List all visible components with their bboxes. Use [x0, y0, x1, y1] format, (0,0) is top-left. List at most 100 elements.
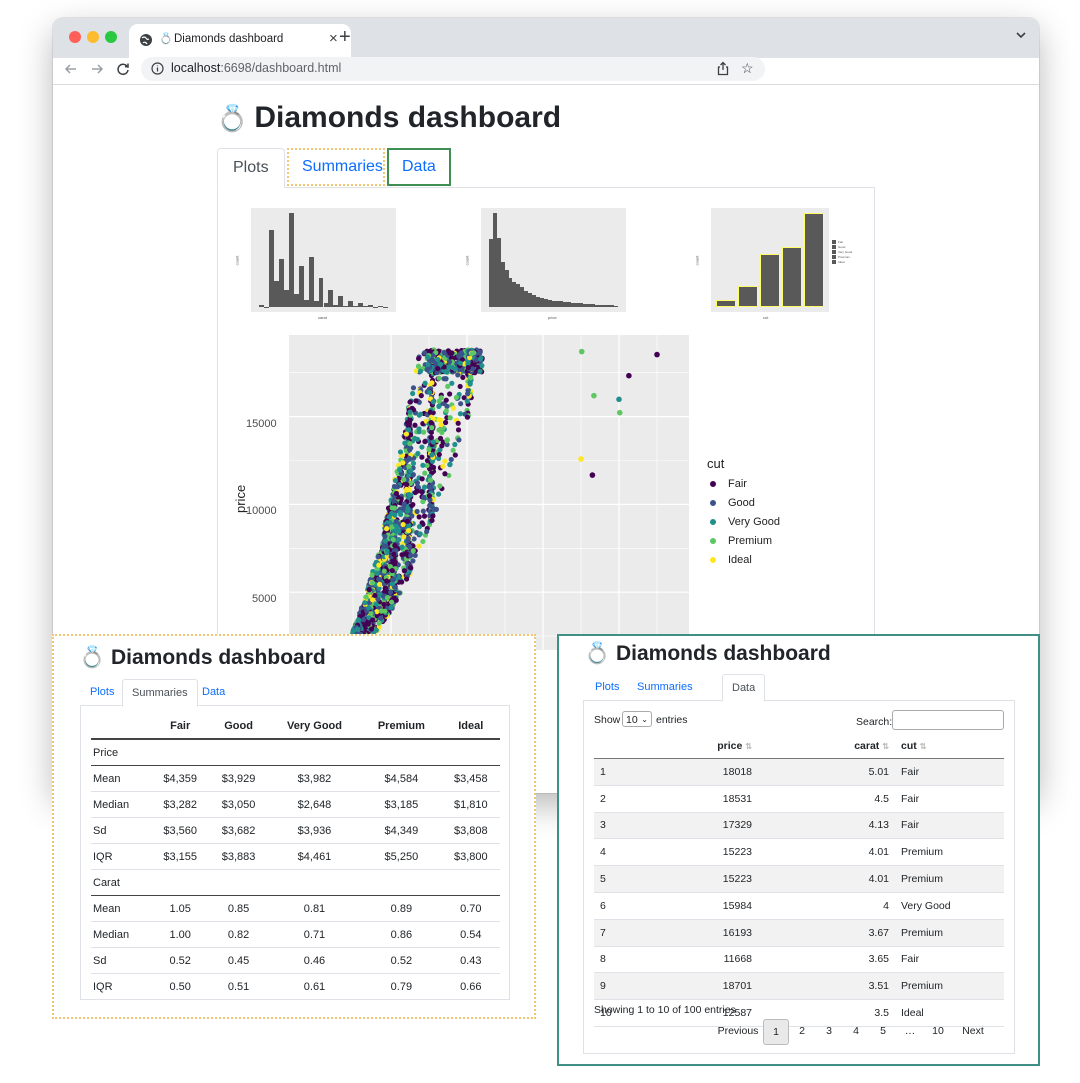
column-header[interactable]: price ⇅ [631, 734, 758, 759]
tab-plots[interactable]: Plots [586, 674, 628, 700]
scatter-point [444, 403, 450, 409]
table-cell: 18018 [631, 758, 758, 786]
column-header: Good [209, 714, 268, 740]
table-row: Mean 1.05 0.85 0.81 0.89 0.70 [91, 895, 500, 922]
table-cell: 4.01 [758, 865, 895, 893]
mini-legend-swatch [832, 250, 836, 255]
plot-background [289, 335, 689, 650]
scatter-point [355, 617, 362, 623]
page-button[interactable]: 4 [847, 1019, 865, 1043]
page-button[interactable]: 1 [763, 1019, 789, 1045]
scatter-point [408, 468, 414, 474]
scatter-point [430, 439, 436, 445]
tab-summaries[interactable]: Summaries [628, 674, 702, 700]
table-cell: $3,185 [361, 791, 442, 818]
sort-icon[interactable]: ⇅ [920, 742, 927, 751]
page-button[interactable]: 2 [793, 1019, 811, 1043]
forward-icon[interactable] [89, 61, 105, 77]
chevron-down-icon[interactable] [1015, 29, 1027, 41]
scatter-point [464, 398, 470, 404]
scatter-point [420, 538, 426, 545]
tab-data[interactable]: Data [387, 148, 451, 186]
carat-axis-label: carat [318, 315, 327, 320]
cut-axis-label: cut [763, 315, 769, 320]
reload-icon[interactable] [115, 61, 131, 77]
tab-data[interactable]: Data [193, 679, 234, 705]
scatter-point [376, 620, 382, 626]
minimize-window-button[interactable] [87, 31, 99, 43]
scatter-point [442, 458, 448, 464]
tab-plots[interactable]: Plots [81, 679, 123, 705]
scatter-point [407, 440, 413, 447]
table-row: 3 17329 4.13 Fair [594, 812, 1004, 840]
zoom-window-button[interactable] [105, 31, 117, 43]
scatter-point [429, 425, 435, 431]
table-cell: Very Good [895, 892, 1004, 920]
address-bar[interactable]: localhost:6698/dashboard.html ☆ [141, 57, 765, 81]
tab-plots[interactable]: Plots [217, 148, 285, 188]
new-tab-icon[interactable]: + [339, 26, 351, 49]
scatter-point [616, 409, 623, 416]
page-button[interactable]: 5 [874, 1019, 892, 1043]
table-cell: $3,282 [151, 791, 210, 818]
table-cell: $3,682 [209, 817, 268, 844]
table-cell: $3,883 [209, 843, 268, 870]
tab-summaries[interactable]: Summaries [287, 148, 385, 186]
close-window-button[interactable] [69, 31, 81, 43]
column-header[interactable]: carat ⇅ [758, 734, 895, 759]
summaries-card: 💍 Diamonds dashboard Plots Summaries Dat… [52, 634, 536, 1019]
next-page-button[interactable]: Next [958, 1019, 988, 1043]
info-icon[interactable] [151, 62, 164, 75]
table-cell: $3,560 [151, 817, 210, 844]
data-card: 💍 Diamonds dashboard Plots Summaries Dat… [557, 634, 1040, 1066]
mini-legend-swatch [832, 260, 836, 265]
scatter-point [460, 374, 466, 380]
table-cell: 3.51 [758, 972, 895, 1001]
scatter-point [354, 626, 361, 632]
scatter-point [654, 351, 660, 358]
mini-legend-label: Premium [838, 255, 851, 259]
page-button[interactable]: 10 [927, 1019, 949, 1043]
scatter-point [404, 561, 410, 567]
tab-summaries[interactable]: Summaries [122, 679, 198, 707]
scatter-point [426, 446, 432, 453]
scatter-point [369, 572, 375, 578]
scatter-point [399, 544, 405, 550]
scatter-point [397, 449, 404, 455]
scatter-point [366, 605, 372, 611]
tab-data[interactable]: Data [722, 674, 766, 702]
scatter-point [443, 397, 449, 403]
scatter-point [428, 434, 434, 441]
share-icon[interactable] [716, 61, 730, 76]
star-icon[interactable]: ☆ [741, 60, 754, 77]
previous-page-button[interactable]: Previous [714, 1019, 762, 1043]
table-cell: Fair [895, 946, 1004, 974]
url-text[interactable]: localhost:6698/dashboard.html [171, 61, 341, 75]
back-icon[interactable] [63, 61, 79, 77]
scatter-point [362, 622, 368, 629]
column-header: Premium [361, 714, 442, 740]
scatter-point [414, 480, 421, 486]
scatter-point [389, 510, 395, 517]
scatter-point [393, 518, 399, 524]
sort-icon[interactable]: ⇅ [882, 742, 889, 751]
scatter-point [421, 494, 427, 500]
close-tab-icon[interactable]: × [329, 30, 338, 47]
scatter-point [410, 390, 416, 397]
scatter-point [409, 513, 415, 519]
browser-tab[interactable]: 💍 Diamonds dashboard × [129, 24, 351, 58]
price-histogram [481, 208, 626, 312]
column-header[interactable]: cut ⇅ [895, 734, 1004, 759]
scatter-point [389, 505, 395, 511]
page-button[interactable]: 3 [820, 1019, 838, 1043]
scatter-point [465, 391, 471, 397]
scatter-point [465, 364, 471, 371]
scatter-point [410, 460, 417, 466]
table-cell: 15984 [631, 892, 758, 920]
table-row: 9 18701 3.51 Premium [594, 972, 1004, 1001]
mini-legend-swatch [832, 240, 836, 245]
entries-select[interactable]: 10 ⌄ [622, 711, 652, 727]
sort-icon[interactable]: ⇅ [745, 742, 752, 751]
search-input[interactable] [892, 710, 1004, 730]
bar-premium [782, 246, 802, 307]
